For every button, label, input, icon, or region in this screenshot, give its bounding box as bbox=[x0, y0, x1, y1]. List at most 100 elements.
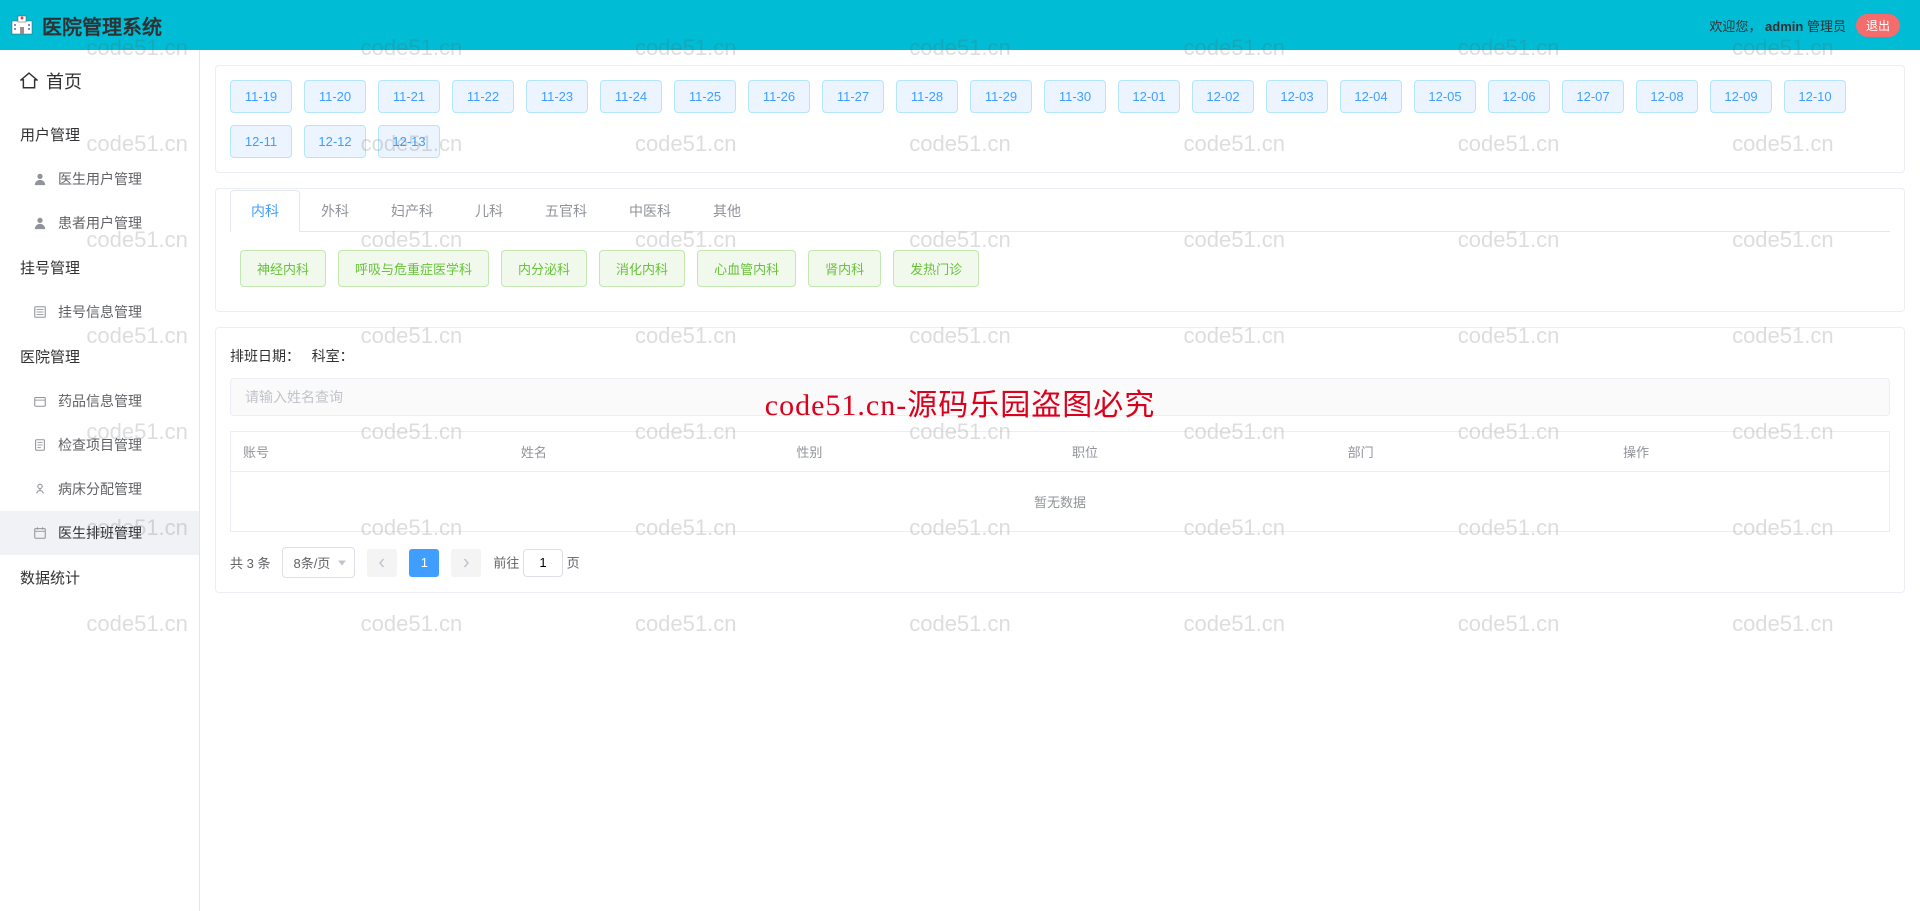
table-col-header: 职位 bbox=[1060, 432, 1336, 472]
date-button-11-28[interactable]: 11-28 bbox=[896, 80, 958, 113]
nav-item-label: 病床分配管理 bbox=[58, 479, 142, 499]
date-button-12-02[interactable]: 12-02 bbox=[1192, 80, 1254, 113]
nav-item-label: 挂号信息管理 bbox=[58, 302, 142, 322]
home-icon bbox=[20, 72, 38, 90]
list-icon bbox=[32, 304, 48, 320]
table-col-header: 性别 bbox=[784, 432, 1060, 472]
sidebar: 首页 用户管理医生用户管理患者用户管理挂号管理挂号信息管理医院管理药品信息管理检… bbox=[0, 50, 200, 911]
nav-item-bed-alloc[interactable]: 病床分配管理 bbox=[0, 467, 199, 511]
date-button-12-07[interactable]: 12-07 bbox=[1562, 80, 1624, 113]
nav-section-header[interactable]: 医院管理 bbox=[0, 334, 199, 379]
date-button-12-04[interactable]: 12-04 bbox=[1340, 80, 1402, 113]
subdept-button-2[interactable]: 内分泌科 bbox=[501, 250, 587, 287]
date-button-12-05[interactable]: 12-05 bbox=[1414, 80, 1476, 113]
date-button-12-12[interactable]: 12-12 bbox=[304, 125, 366, 158]
date-button-12-09[interactable]: 12-09 bbox=[1710, 80, 1772, 113]
subdept-button-4[interactable]: 心血管内科 bbox=[697, 250, 796, 287]
dept-tab-3[interactable]: 儿科 bbox=[454, 190, 524, 232]
date-button-12-01[interactable]: 12-01 bbox=[1118, 80, 1180, 113]
date-button-11-24[interactable]: 11-24 bbox=[600, 80, 662, 113]
hospital-logo-icon bbox=[10, 15, 34, 35]
nav-item-label: 患者用户管理 bbox=[58, 213, 142, 233]
page-next-button[interactable] bbox=[451, 549, 481, 577]
date-button-11-25[interactable]: 11-25 bbox=[674, 80, 736, 113]
goto-page-input[interactable] bbox=[523, 549, 563, 577]
nav-item-label: 医生用户管理 bbox=[58, 169, 142, 189]
box-icon bbox=[32, 393, 48, 409]
nav-section-header[interactable]: 用户管理 bbox=[0, 112, 199, 157]
subdept-button-0[interactable]: 神经内科 bbox=[240, 250, 326, 287]
header-right: 欢迎您， admin 管理员 退出 bbox=[1709, 14, 1900, 37]
app-header: 医院管理系统 欢迎您， admin 管理员 退出 bbox=[0, 0, 1920, 50]
nav-item-label: 检查项目管理 bbox=[58, 435, 142, 455]
table-col-header: 姓名 bbox=[509, 432, 785, 472]
doc-icon bbox=[32, 437, 48, 453]
date-button-11-20[interactable]: 11-20 bbox=[304, 80, 366, 113]
chevron-left-icon bbox=[377, 558, 387, 568]
nav-item-label: 医生排班管理 bbox=[58, 523, 142, 543]
nav-item-patient-user[interactable]: 患者用户管理 bbox=[0, 201, 199, 245]
date-button-11-29[interactable]: 11-29 bbox=[970, 80, 1032, 113]
page-total: 共 3 条 bbox=[230, 553, 270, 572]
nav-item-register-info[interactable]: 挂号信息管理 bbox=[0, 290, 199, 334]
schedule-table: 账号姓名性别职位部门操作 暂无数据 bbox=[230, 431, 1890, 532]
date-button-12-03[interactable]: 12-03 bbox=[1266, 80, 1328, 113]
nav-item-check-item[interactable]: 检查项目管理 bbox=[0, 423, 199, 467]
date-button-11-19[interactable]: 11-19 bbox=[230, 80, 292, 113]
search-input[interactable] bbox=[230, 378, 1890, 416]
date-button-11-23[interactable]: 11-23 bbox=[526, 80, 588, 113]
date-button-12-06[interactable]: 12-06 bbox=[1488, 80, 1550, 113]
main-content: 11-19 11-20 11-21 11-22 11-23 11-24 11-25 11-26… bbox=[200, 50, 1920, 911]
goto-label: 前往 页 bbox=[493, 549, 579, 577]
dept-card: 内科外科妇产科儿科五官科中医科其他 神经内科呼吸与危重症医学科内分泌科消化内科心… bbox=[215, 188, 1905, 312]
date-button-12-11[interactable]: 12-11 bbox=[230, 125, 292, 158]
table-empty: 暂无数据 bbox=[231, 472, 1890, 532]
dept-tabs: 内科外科妇产科儿科五官科中医科其他 bbox=[230, 189, 1890, 232]
subdept-row: 神经内科呼吸与危重症医学科内分泌科消化内科心血管内科肾内科发热门诊 bbox=[230, 232, 1890, 297]
page-size-select[interactable]: 8条/页 bbox=[282, 547, 355, 578]
page-1-button[interactable]: 1 bbox=[409, 549, 439, 577]
nav-item-drug-info[interactable]: 药品信息管理 bbox=[0, 379, 199, 423]
calendar-icon bbox=[32, 525, 48, 541]
user-icon bbox=[32, 215, 48, 231]
nav-home[interactable]: 首页 bbox=[0, 50, 199, 112]
user-icon bbox=[32, 171, 48, 187]
subdept-button-3[interactable]: 消化内科 bbox=[599, 250, 685, 287]
schedule-card: 排班日期： 科室： 账号姓名性别职位部门操作 暂无数据 共 3 条 8条/页 1 bbox=[215, 327, 1905, 593]
table-col-header: 账号 bbox=[231, 432, 509, 472]
date-button-11-30[interactable]: 11-30 bbox=[1044, 80, 1106, 113]
date-button-12-10[interactable]: 12-10 bbox=[1784, 80, 1846, 113]
filter-labels: 排班日期： 科室： bbox=[230, 342, 1890, 378]
pagination: 共 3 条 8条/页 1 前往 页 bbox=[230, 532, 1890, 578]
dept-tab-0[interactable]: 内科 bbox=[230, 190, 300, 232]
date-button-11-21[interactable]: 11-21 bbox=[378, 80, 440, 113]
subdept-button-5[interactable]: 肾内科 bbox=[808, 250, 881, 287]
date-button-11-26[interactable]: 11-26 bbox=[748, 80, 810, 113]
welcome-text: 欢迎您， admin 管理员 bbox=[1709, 16, 1846, 35]
table-col-header: 部门 bbox=[1336, 432, 1612, 472]
dept-tab-5[interactable]: 中医科 bbox=[608, 190, 692, 232]
chevron-right-icon bbox=[461, 558, 471, 568]
logout-button[interactable]: 退出 bbox=[1856, 14, 1900, 37]
page-prev-button[interactable] bbox=[367, 549, 397, 577]
system-title: 医院管理系统 bbox=[42, 11, 162, 40]
date-grid: 11-19 11-20 11-21 11-22 11-23 11-24 11-25 11-26… bbox=[230, 80, 1890, 158]
nav-section-header[interactable]: 数据统计 bbox=[0, 555, 199, 600]
nav-item-label: 药品信息管理 bbox=[58, 391, 142, 411]
dept-tab-1[interactable]: 外科 bbox=[300, 190, 370, 232]
dept-tab-6[interactable]: 其他 bbox=[692, 190, 762, 232]
date-button-11-27[interactable]: 11-27 bbox=[822, 80, 884, 113]
date-picker-card: 11-19 11-20 11-21 11-22 11-23 11-24 11-25 11-26… bbox=[215, 65, 1905, 173]
dept-tab-2[interactable]: 妇产科 bbox=[370, 190, 454, 232]
nav-item-doctor-schedule[interactable]: 医生排班管理 bbox=[0, 511, 199, 555]
dept-tab-4[interactable]: 五官科 bbox=[524, 190, 608, 232]
date-button-11-22[interactable]: 11-22 bbox=[452, 80, 514, 113]
date-button-12-08[interactable]: 12-08 bbox=[1636, 80, 1698, 113]
date-button-12-13[interactable]: 12-13 bbox=[378, 125, 440, 158]
nav-section-header[interactable]: 挂号管理 bbox=[0, 245, 199, 290]
subdept-button-6[interactable]: 发热门诊 bbox=[893, 250, 979, 287]
nav-item-doctor-user[interactable]: 医生用户管理 bbox=[0, 157, 199, 201]
subdept-button-1[interactable]: 呼吸与危重症医学科 bbox=[338, 250, 489, 287]
bed-icon bbox=[32, 481, 48, 497]
table-col-header: 操作 bbox=[1611, 432, 1889, 472]
